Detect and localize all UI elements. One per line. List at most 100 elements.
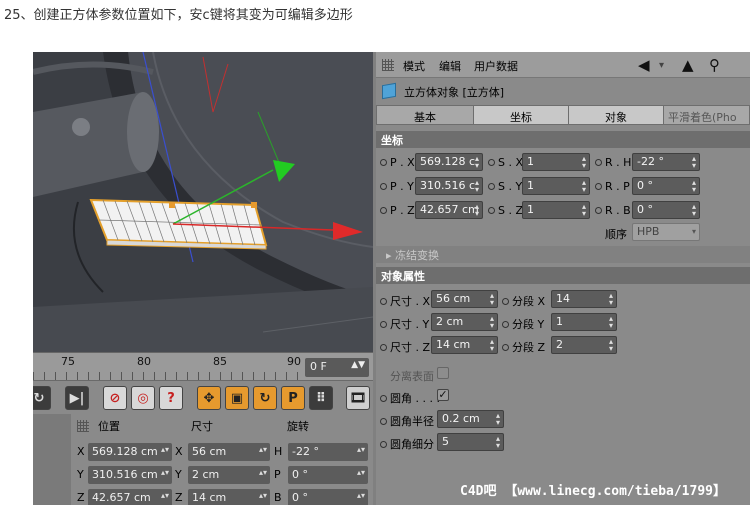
size-z-label: 尺寸 . Z <box>380 339 430 355</box>
rot-p-field[interactable]: 0 ° ▴ ▾ <box>632 177 700 195</box>
segments-z-label: 分段 Z <box>502 339 545 355</box>
rot-b-field[interactable]: 0 ° ▴ ▾ <box>632 201 700 219</box>
size-x-label: 尺寸 . X <box>380 293 430 309</box>
rotation-h-field[interactable]: -22 ° ▴▾ <box>288 443 368 461</box>
step-caption: 25、创建正方体参数位置如下，安c键将其变为可编辑多边形 <box>4 8 353 23</box>
menu-edit[interactable]: 编辑 <box>439 58 461 74</box>
object-header: 立方体对象 [立方体] <box>376 79 750 103</box>
size-x-field[interactable]: 56 cm ▴▾ <box>188 443 270 461</box>
rotation-p-field[interactable]: 0 ° ▴▾ <box>288 466 368 484</box>
scale-z-value: 1 <box>527 203 534 216</box>
size-x-attr-field[interactable]: 56 cm ▴ ▾ <box>431 290 498 308</box>
position-z-value: 42.657 cm <box>92 491 151 504</box>
fillet-subdivision-field[interactable]: 5 ▴ ▾ <box>437 433 504 451</box>
coordinate-manager: 位置 尺寸 旋转 X 569.128 cm ▴▾ X 56 cm ▴▾ H -22 … <box>33 414 373 505</box>
position-x-value: 569.128 cm <box>92 445 158 458</box>
auto-key-icon[interactable]: ◎ <box>131 386 155 410</box>
playback-toolbar: ↻ ▶| ⊘ ◎ ? ✥ ▣ ↻ P ⠿ 🎞 <box>33 380 373 414</box>
pos-y-field[interactable]: 310.516 c ▴ ▾ <box>415 177 483 195</box>
freeze-transform-toggle[interactable]: ▸ 冻结变换 <box>376 246 750 263</box>
rot-h-field[interactable]: -22 ° ▴ ▾ <box>632 153 700 171</box>
point-grid-button[interactable]: ⠿ <box>309 386 333 410</box>
c4d-screenshot: 75 80 85 90 0 F ▲▼ ↻ ▶| ⊘ ◎ ? ✥ ▣ ↻ P ⠿ … <box>33 52 750 505</box>
rot-b-label: R . B <box>595 204 631 217</box>
move-tool-button[interactable]: ✥ <box>197 386 221 410</box>
position-axis-label: Z <box>77 491 85 504</box>
tab-phong[interactable]: 平滑着色(Pho <box>663 105 750 125</box>
pos-y-label: P . Y <box>380 180 414 193</box>
menu-mode[interactable]: 模式 <box>403 58 425 74</box>
separate-surfaces-label: 分离表面 <box>390 370 434 383</box>
segments-x-value: 14 <box>556 292 570 305</box>
help-icon[interactable]: ? <box>159 386 183 410</box>
pos-z-label: P . Z <box>380 204 415 217</box>
position-z-field[interactable]: 42.657 cm ▴▾ <box>88 489 172 505</box>
fillet-radius-field[interactable]: 0.2 cm ▴ ▾ <box>437 410 504 428</box>
segments-z-field[interactable]: 2 ▴ ▾ <box>551 336 617 354</box>
fillet-checkbox[interactable]: ✓ <box>437 389 449 401</box>
size-y-attr-field[interactable]: 2 cm ▴ ▾ <box>431 313 498 331</box>
tab-object[interactable]: 对象 <box>568 105 664 125</box>
frame-stepper-icon[interactable]: ▲▼ <box>351 360 365 370</box>
rotation-order-select[interactable]: HPB ▾ <box>632 223 700 241</box>
back-arrow-icon[interactable]: ◀ <box>638 56 650 74</box>
attribute-manager: 模式 编辑 用户数据 ◀ ▾ ▲ ⚲ 立方体对象 [立方体] 基本 坐标 对象 … <box>376 52 750 505</box>
coord-section-header[interactable]: 坐标 <box>376 131 750 148</box>
current-frame-value: 0 F <box>310 360 327 373</box>
rot-h-value: -22 ° <box>637 155 664 168</box>
menu-user-data[interactable]: 用户数据 <box>474 58 518 74</box>
position-y-value: 310.516 cm <box>92 468 158 481</box>
scale-tool-button[interactable]: ▣ <box>225 386 249 410</box>
position-axis-label: Y <box>77 468 84 481</box>
record-keyframe-icon[interactable]: ⊘ <box>103 386 127 410</box>
size-axis-label: Y <box>175 468 182 481</box>
panel-grip-icon[interactable] <box>77 420 89 432</box>
scale-y-value: 1 <box>527 179 534 192</box>
play-end-button[interactable]: ▶| <box>65 386 89 410</box>
search-icon[interactable]: ⚲ <box>709 56 720 74</box>
timeline-tick: 80 <box>137 355 151 368</box>
rotation-b-field[interactable]: 0 ° ▴▾ <box>288 489 368 505</box>
timeline-ruler-ticks <box>33 372 303 380</box>
rotation-axis-label: B <box>274 491 282 504</box>
3d-viewport[interactable] <box>33 52 373 352</box>
parameter-button[interactable]: P <box>281 386 305 410</box>
position-y-field[interactable]: 310.516 cm ▴▾ <box>88 466 172 484</box>
current-frame-field[interactable]: 0 F ▲▼ <box>305 358 369 377</box>
size-z-field[interactable]: 14 cm ▴▾ <box>188 489 270 505</box>
scale-x-field[interactable]: 1 ▴ ▾ <box>522 153 590 171</box>
history-chevron-icon[interactable]: ▾ <box>659 60 664 71</box>
object-section-header[interactable]: 对象属性 <box>376 267 750 284</box>
pos-z-field[interactable]: 42.657 cm ▴ ▾ <box>415 201 483 219</box>
segments-x-field[interactable]: 14 ▴ ▾ <box>551 290 617 308</box>
tab-coord[interactable]: 坐标 <box>473 105 569 125</box>
scale-z-label: S . Z <box>488 204 523 217</box>
rotation-order-value: HPB <box>637 225 660 238</box>
segments-y-field[interactable]: 1 ▴ ▾ <box>551 313 617 331</box>
separate-surfaces-checkbox[interactable] <box>437 367 449 379</box>
fillet-radius-label: 圆角半径 <box>380 413 434 429</box>
attribute-menubar: 模式 编辑 用户数据 ◀ ▾ ▲ ⚲ <box>376 52 750 78</box>
tab-basic[interactable]: 基本 <box>376 105 474 125</box>
film-icon[interactable]: 🎞 <box>346 386 370 410</box>
scale-z-field[interactable]: 1 ▴ ▾ <box>522 201 590 219</box>
pos-x-field[interactable]: 569.128 c ▴ ▾ <box>415 153 483 171</box>
size-z-attr-field[interactable]: 14 cm ▴ ▾ <box>431 336 498 354</box>
loop-icon[interactable]: ↻ <box>33 386 51 410</box>
segments-y-label: 分段 Y <box>502 316 544 332</box>
rotate-tool-button[interactable]: ↻ <box>253 386 277 410</box>
scale-y-field[interactable]: 1 ▴ ▾ <box>522 177 590 195</box>
fillet-subdivision-value: 5 <box>442 435 449 448</box>
up-arrow-icon[interactable]: ▲ <box>682 56 694 74</box>
size-y-field[interactable]: 2 cm ▴▾ <box>188 466 270 484</box>
timeline-ruler[interactable]: 75 80 85 90 0 F ▲▼ <box>33 352 373 380</box>
viewport-scene <box>33 52 373 352</box>
position-x-field[interactable]: 569.128 cm ▴▾ <box>88 443 172 461</box>
rotation-h-value: -22 ° <box>292 445 319 458</box>
scale-y-label: S . Y <box>488 180 522 193</box>
order-label: 顺序 <box>605 228 627 241</box>
pos-x-value: 569.128 c <box>420 155 476 168</box>
size-z-attr-value: 14 cm <box>436 338 471 351</box>
menubar-grip-icon[interactable] <box>382 59 394 71</box>
timeline-tick: 90 <box>287 355 301 368</box>
